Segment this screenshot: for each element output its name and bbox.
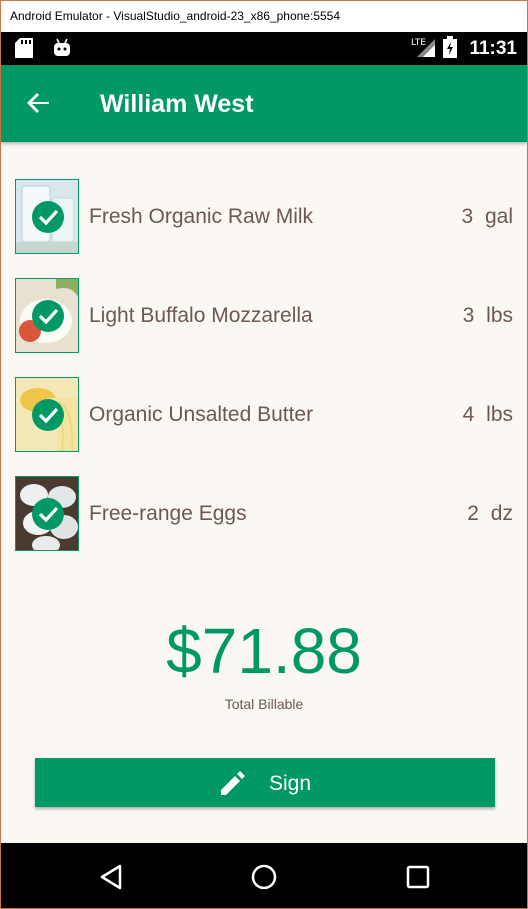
status-time: 11:31 bbox=[469, 38, 517, 59]
nav-back-button[interactable] bbox=[97, 861, 129, 893]
android-icon bbox=[53, 38, 71, 63]
page-title: William West bbox=[100, 90, 254, 118]
back-button[interactable] bbox=[23, 87, 55, 119]
app-bar: William West bbox=[1, 65, 527, 142]
total-label: Total Billable bbox=[224, 696, 304, 712]
nav-home-button[interactable] bbox=[248, 861, 280, 893]
battery-icon bbox=[443, 35, 458, 63]
item-quantity: 3 gal bbox=[461, 205, 513, 228]
item-thumbnail bbox=[15, 278, 79, 353]
sign-button-label: Sign bbox=[269, 772, 312, 795]
item-name: Organic Unsalted Butter bbox=[89, 403, 314, 426]
item-thumbnail bbox=[15, 377, 79, 452]
item-quantity: 4 lbs bbox=[462, 403, 513, 426]
signal-icon: LTE bbox=[411, 35, 437, 64]
item-name: Light Buffalo Mozzarella bbox=[89, 304, 313, 327]
item-quantity: 2 dz bbox=[467, 502, 513, 525]
arrow-back-icon bbox=[27, 93, 49, 113]
item-name: Free-range Eggs bbox=[89, 502, 247, 525]
list-item[interactable]: Fresh Organic Raw Milk 3 gal bbox=[1, 164, 527, 254]
nav-recents-button[interactable] bbox=[402, 861, 434, 893]
status-bar: LTE 11:31 bbox=[1, 32, 527, 65]
item-quantity: 3 lbs bbox=[462, 304, 513, 327]
sign-button[interactable]: Sign bbox=[35, 758, 495, 807]
navigation-bar bbox=[1, 843, 527, 908]
sd-card-icon bbox=[15, 38, 33, 63]
emulator-window: Android Emulator - VisualStudio_android-… bbox=[0, 0, 528, 909]
item-thumbnail bbox=[15, 179, 79, 254]
network-type-label: LTE bbox=[411, 38, 426, 48]
item-thumbnail bbox=[15, 476, 79, 551]
checkmark-icon bbox=[32, 300, 64, 332]
total-amount: $71.88 bbox=[166, 615, 362, 687]
home-icon bbox=[251, 864, 277, 890]
checkmark-icon bbox=[32, 498, 64, 530]
list-item[interactable]: Free-range Eggs 2 dz bbox=[1, 461, 527, 551]
window-title: Android Emulator - VisualStudio_android-… bbox=[1, 1, 527, 32]
checkmark-icon bbox=[32, 201, 64, 233]
item-name: Fresh Organic Raw Milk bbox=[89, 205, 314, 228]
back-icon bbox=[100, 864, 122, 890]
list-item[interactable]: Organic Unsalted Butter 4 lbs bbox=[1, 362, 527, 452]
pencil-icon bbox=[221, 771, 245, 795]
recents-icon bbox=[406, 865, 430, 889]
list-item[interactable]: Light Buffalo Mozzarella 3 lbs bbox=[1, 263, 527, 353]
checkmark-icon bbox=[32, 399, 64, 431]
